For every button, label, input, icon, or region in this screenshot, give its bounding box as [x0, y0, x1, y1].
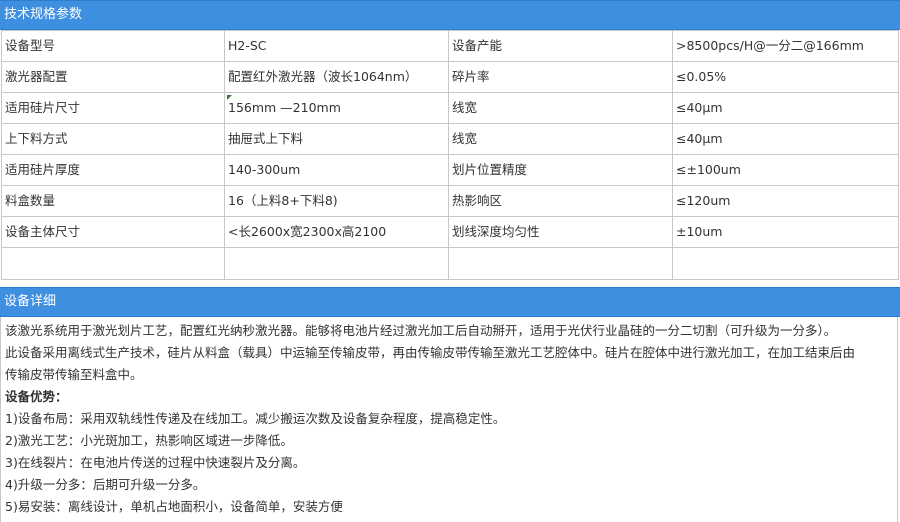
details-section-title: 设备详细 — [4, 294, 57, 309]
advantage-item: 4)升级一分多：后期可升级一分多。 — [5, 477, 206, 492]
spec-label: 料盒数量 — [1, 185, 225, 217]
description-paragraph: 此设备采用离线式生产技术，硅片从料盒（载具）中运输至传输皮带，再由传输皮带传输至… — [5, 345, 856, 360]
table-row: 设备主体尺寸 <长2600x宽2300x高2100 划线深度均匀性 ±10um — [1, 216, 899, 248]
spec-section-title: 技术规格参数 — [4, 7, 83, 22]
spec-section-header: 技术规格参数 — [0, 0, 900, 30]
spec-label: 碎片率 — [448, 61, 673, 93]
advantage-item: 5)易安装：离线设计，单机占地面积小，设备简单，安装方便 — [5, 499, 343, 514]
advantages-heading: 设备优势： — [5, 389, 68, 404]
description-paragraph: 传输皮带传输至料盒中。 — [5, 367, 143, 382]
table-row-empty — [1, 247, 899, 280]
cell-corner-marker — [227, 95, 232, 100]
spec-table: 设备型号 H2-SC 设备产能 >8500pcs/H@一分二@166mm 激光器… — [1, 30, 899, 280]
spec-label: 激光器配置 — [1, 61, 225, 93]
spec-value: ≤120um — [672, 185, 899, 217]
empty-cell — [672, 247, 899, 280]
spec-value: ≤0.05% — [672, 61, 899, 93]
spec-value: 配置红外激光器（波长1064nm） — [224, 61, 449, 93]
spec-label: 线宽 — [448, 123, 673, 155]
table-row: 适用硅片厚度 140-300um 划片位置精度 ≤±100um — [1, 154, 899, 186]
spec-value: >8500pcs/H@一分二@166mm — [672, 30, 899, 62]
empty-cell — [1, 247, 225, 280]
spec-value: 抽屉式上下料 — [224, 123, 449, 155]
page: 技术规格参数 设备型号 H2-SC 设备产能 >8500pcs/H@一分二@16… — [0, 0, 900, 522]
spec-value: ±10um — [672, 216, 899, 248]
table-row: 上下料方式 抽屉式上下料 线宽 ≤40μm — [1, 123, 899, 155]
spec-value: <长2600x宽2300x高2100 — [224, 216, 449, 248]
spec-label: 设备主体尺寸 — [1, 216, 225, 248]
spec-label: 划线深度均匀性 — [448, 216, 673, 248]
details-body: 该激光系统用于激光划片工艺，配置红光纳秒激光器。能够将电池片经过激光加工后自动掰… — [0, 317, 898, 522]
spec-label: 上下料方式 — [1, 123, 225, 155]
advantage-item: 3)在线裂片：在电池片传送的过程中快速裂片及分离。 — [5, 455, 306, 470]
table-row: 适用硅片尺寸 156mm —210mm 线宽 ≤40μm — [1, 92, 899, 124]
spec-label: 适用硅片尺寸 — [1, 92, 225, 124]
spec-label: 设备型号 — [1, 30, 225, 62]
spec-value: ≤±100um — [672, 154, 899, 186]
spec-label: 适用硅片厚度 — [1, 154, 225, 186]
spec-value: 140-300um — [224, 154, 449, 186]
spec-table-body: 设备型号 H2-SC 设备产能 >8500pcs/H@一分二@166mm 激光器… — [1, 30, 899, 280]
spec-label: 划片位置精度 — [448, 154, 673, 186]
details-section-header: 设备详细 — [0, 287, 900, 317]
spec-label: 热影响区 — [448, 185, 673, 217]
spec-value: H2-SC — [224, 30, 449, 62]
spec-value: ≤40μm — [672, 92, 899, 124]
spec-value: 16（上料8+下料8) — [224, 185, 449, 217]
empty-cell — [224, 247, 449, 280]
description-paragraph: 该激光系统用于激光划片工艺，配置红光纳秒激光器。能够将电池片经过激光加工后自动掰… — [5, 323, 837, 338]
table-row: 激光器配置 配置红外激光器（波长1064nm） 碎片率 ≤0.05% — [1, 61, 899, 93]
table-row: 料盒数量 16（上料8+下料8) 热影响区 ≤120um — [1, 185, 899, 217]
empty-cell — [448, 247, 673, 280]
spec-value: ≤40μm — [672, 123, 899, 155]
advantage-item: 1)设备布局：采用双轨线性传递及在线加工。减少搬运次数及设备复杂程度，提高稳定性… — [5, 411, 506, 426]
spec-label: 设备产能 — [448, 30, 673, 62]
table-row: 设备型号 H2-SC 设备产能 >8500pcs/H@一分二@166mm — [1, 30, 899, 62]
advantage-item: 2)激光工艺：小光斑加工，热影响区域进一步降低。 — [5, 433, 293, 448]
spec-label: 线宽 — [448, 92, 673, 124]
spec-value: 156mm —210mm — [224, 92, 449, 124]
